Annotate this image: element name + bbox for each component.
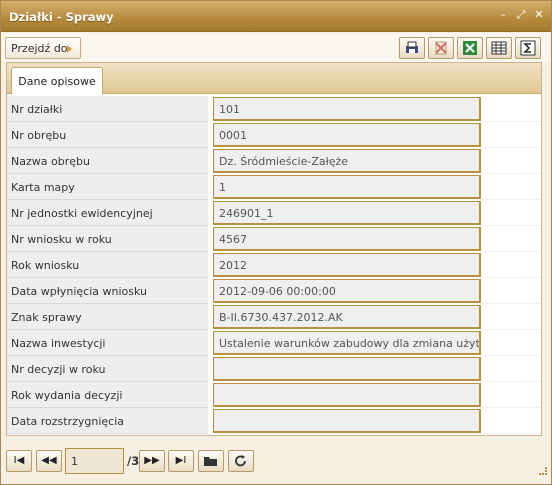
refresh-button[interactable]: [228, 450, 254, 472]
field-value[interactable]: [213, 357, 481, 381]
field-label: Nazwa obrębu: [7, 148, 208, 174]
field-label: Data wpłynięcia wniosku: [7, 278, 208, 304]
page-input[interactable]: 1: [65, 448, 124, 474]
field-value[interactable]: 2012: [213, 253, 481, 277]
field-row: Karta mapy 1: [7, 174, 541, 200]
sum-button[interactable]: [515, 37, 541, 59]
field-value[interactable]: 246901_1: [213, 201, 481, 225]
excel-button[interactable]: [457, 37, 483, 59]
field-value[interactable]: Dz. Śródmieście-Załęże: [213, 149, 481, 173]
restore-icon[interactable]: ⤢: [515, 9, 527, 21]
open-button[interactable]: [198, 450, 224, 472]
print-button[interactable]: [399, 37, 425, 59]
window: Działki - Sprawy – ⤢ ✕ Przejdź do Dane o…: [0, 0, 552, 485]
window-controls: – ⤢ ✕: [497, 9, 545, 21]
field-label: Nr działki: [7, 96, 208, 122]
field-row: Nr działki 101: [7, 96, 541, 122]
field-value[interactable]: [213, 409, 481, 433]
resize-grip[interactable]: [539, 467, 547, 475]
goto-button[interactable]: Przejdź do: [5, 37, 81, 59]
tab-dane-opisowe[interactable]: Dane opisowe: [11, 67, 103, 94]
field-label: Nazwa inwestycji: [7, 330, 208, 356]
chevron-right-icon: [67, 45, 72, 53]
field-row: Data rozstrzygnięcia: [7, 408, 541, 434]
field-row: Nr jednostki ewidencyjnej 246901_1: [7, 200, 541, 226]
field-value[interactable]: 101: [213, 97, 481, 121]
field-value[interactable]: B-II.6730.437.2012.AK: [213, 305, 481, 329]
field-row: Nr decyzji w roku: [7, 356, 541, 382]
field-row: Nazwa inwestycji Ustalenie warunków zabud…: [7, 330, 541, 356]
details-panel: Dane opisowe Nr działki 101 Nr obrębu 0001…: [6, 62, 542, 436]
sum-icon: [520, 40, 536, 56]
last-page-button[interactable]: ▶I: [168, 450, 194, 472]
pager: I◀ ◀◀ 1 /3 ▶▶ ▶I: [2, 444, 550, 478]
tab-bar: Dane opisowe: [7, 63, 541, 94]
field-label: Rok wydania decyzji: [7, 382, 208, 408]
field-value[interactable]: 2012-09-06 00:00:00: [213, 279, 481, 303]
print-icon: [406, 41, 418, 53]
close-icon[interactable]: ✕: [533, 9, 545, 21]
prev-page-button[interactable]: ◀◀: [36, 450, 62, 472]
folder-icon: [204, 457, 217, 466]
refresh-icon: [235, 455, 246, 467]
tool-buttons: [399, 37, 541, 59]
field-label: Rok wniosku: [7, 252, 208, 278]
next-page-button[interactable]: ▶▶: [139, 450, 165, 472]
field-label: Karta mapy: [7, 174, 208, 200]
table-button[interactable]: [486, 37, 512, 59]
field-value[interactable]: 4567: [213, 227, 481, 251]
excel-icon: [463, 41, 477, 55]
field-row: Rok wydania decyzji: [7, 382, 541, 408]
field-label: Znak sprawy: [7, 304, 208, 330]
field-row: Data wpłynięcia wniosku 2012-09-06 00:00:…: [7, 278, 541, 304]
field-row: Rok wniosku 2012: [7, 252, 541, 278]
field-row: Nr obrębu 0001: [7, 122, 541, 148]
goto-label: Przejdź do: [11, 42, 68, 55]
first-page-button[interactable]: I◀: [6, 450, 32, 472]
title-bar[interactable]: Działki - Sprawy – ⤢ ✕: [1, 1, 551, 32]
field-value[interactable]: 1: [213, 175, 481, 199]
delete-icon: [435, 41, 447, 55]
field-value[interactable]: [213, 383, 481, 407]
field-row: Znak sprawy B-II.6730.437.2012.AK: [7, 304, 541, 330]
field-row: Nr wniosku w roku 4567: [7, 226, 541, 252]
table-icon: [491, 41, 507, 55]
page-total: /3: [127, 454, 140, 468]
delete-button[interactable]: [428, 37, 454, 59]
field-row: Nazwa obrębu Dz. Śródmieście-Załęże: [7, 148, 541, 174]
toolbar: Przejdź do: [2, 33, 550, 62]
field-value[interactable]: Ustalenie warunków zabudowy dla zmiana u…: [213, 331, 481, 355]
field-label: Nr decyzji w roku: [7, 356, 208, 382]
field-list: Nr działki 101 Nr obrębu 0001 Nazwa obrębu…: [7, 96, 541, 434]
field-label: Nr jednostki ewidencyjnej: [7, 200, 208, 226]
window-title: Działki - Sprawy: [9, 10, 114, 24]
field-label: Nr wniosku w roku: [7, 226, 208, 252]
field-value[interactable]: 0001: [213, 123, 481, 147]
field-label: Data rozstrzygnięcia: [7, 408, 208, 434]
field-label: Nr obrębu: [7, 122, 208, 148]
minimize-icon[interactable]: –: [497, 9, 509, 21]
